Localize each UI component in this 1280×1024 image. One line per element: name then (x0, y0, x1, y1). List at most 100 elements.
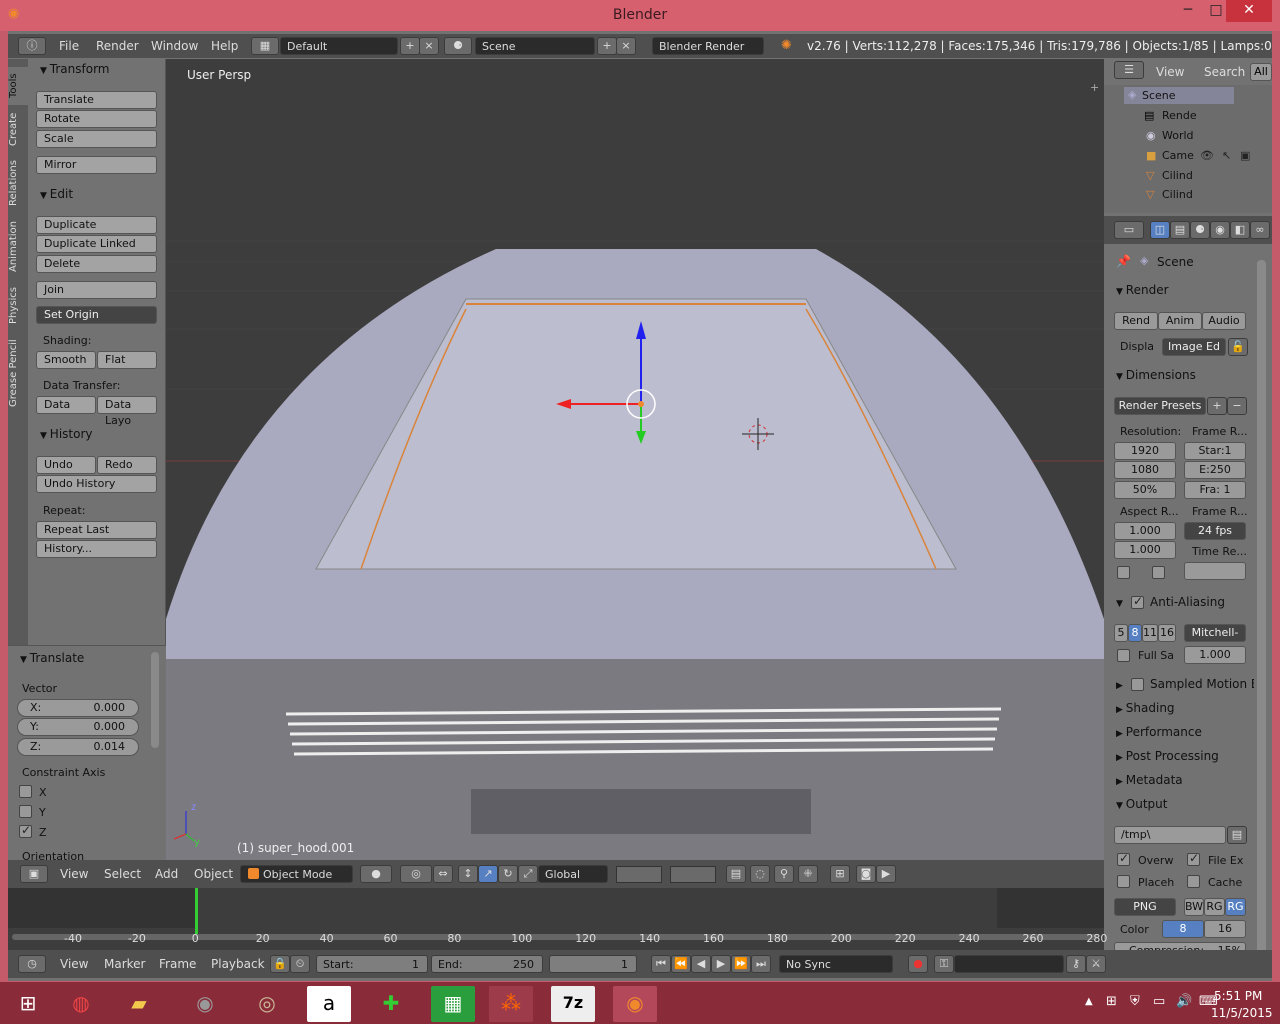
mirror-button[interactable]: Mirror (36, 156, 157, 174)
editor-type-icon[interactable]: ▣ (20, 865, 48, 883)
tab-create[interactable]: Create (8, 109, 28, 149)
timeline-scrollbar[interactable] (12, 934, 1098, 940)
undo-history-button[interactable]: Undo History (36, 475, 157, 493)
color-bw-button[interactable]: BW (1184, 898, 1204, 916)
layer-buttons-2[interactable] (670, 866, 716, 883)
tray-chevron-icon[interactable]: ▲ (1085, 996, 1093, 1007)
audio-button[interactable]: Audio (1202, 312, 1246, 330)
add-preset-icon[interactable]: + (1207, 397, 1227, 415)
menu-object[interactable]: Object (194, 867, 233, 881)
rotate-button[interactable]: Rotate (36, 110, 157, 128)
animation-button[interactable]: Anim (1158, 312, 1202, 330)
info-editor-icon[interactable]: ⓘ (18, 37, 46, 55)
shading-mode-icon[interactable]: ● (360, 865, 392, 883)
snap-icon[interactable]: ⚲ (774, 865, 794, 883)
post-processing-section[interactable]: Post Processing (1116, 749, 1219, 763)
translate-button[interactable]: Translate (36, 91, 157, 109)
duplicate-button[interactable]: Duplicate (36, 216, 157, 234)
menu-help[interactable]: Help (211, 39, 238, 53)
shading-section[interactable]: Shading (1116, 701, 1175, 715)
outliner-cylinder2-label[interactable]: Cilind (1162, 188, 1193, 198)
manipulator-toggle-icon[interactable]: ⇔ (433, 865, 453, 883)
vector-z-field[interactable]: Z: 0.014 (17, 738, 139, 756)
outliner-menu-view[interactable]: View (1156, 65, 1184, 79)
render-section-title[interactable]: Render (1116, 283, 1169, 297)
menu-view[interactable]: View (60, 867, 88, 881)
engine-select[interactable]: Blender Render (652, 37, 764, 55)
properties-scrollbar[interactable] (1257, 260, 1266, 960)
snap-target-icon[interactable]: ⊞ (830, 865, 850, 883)
scale-manip-icon[interactable]: ⤢ (518, 865, 538, 883)
overwrite-checkbox[interactable] (1117, 851, 1130, 866)
tab-relations[interactable]: Relations (8, 155, 28, 211)
blender-taskbar-icon[interactable]: ◉ (613, 986, 657, 1022)
sync-select[interactable]: No Sync (779, 955, 893, 973)
chrome-icon[interactable]: ◍ (59, 986, 103, 1022)
end-frame-field[interactable]: End: 250 (431, 955, 543, 973)
delete-keyframe-icon[interactable]: ⚔ (1086, 955, 1106, 973)
timeline-menu-marker[interactable]: Marker (104, 957, 145, 971)
cache-checkbox[interactable] (1187, 875, 1200, 888)
aa-checkbox[interactable] (1131, 594, 1144, 609)
amazon-icon[interactable]: a (307, 986, 351, 1022)
remove-scene-icon[interactable]: × (616, 37, 636, 55)
frame-end-field[interactable]: E:250 (1184, 461, 1246, 479)
add-scene-icon[interactable]: + (597, 37, 617, 55)
current-frame-field[interactable]: 1 (549, 955, 637, 973)
start-frame-field[interactable]: Start: 1 (316, 955, 428, 973)
scene-field[interactable]: Scene (475, 37, 595, 55)
selectable-cursor-icon[interactable]: ↖ (1222, 149, 1231, 162)
render-presets-select[interactable]: Render Presets (1114, 397, 1206, 415)
depth-8-button[interactable]: 8 (1162, 920, 1204, 938)
menu-render[interactable]: Render (96, 39, 139, 53)
keying-set-icon[interactable]: ⚿ (934, 955, 954, 973)
frame-start-field[interactable]: Star:1 (1184, 442, 1246, 460)
layout-field[interactable]: Default (280, 37, 398, 55)
undo-button[interactable]: Undo (36, 456, 96, 474)
constraint-z-checkbox[interactable] (19, 823, 32, 838)
pin-icon[interactable]: 📌 (1116, 254, 1131, 268)
snap-element-icon[interactable]: ⁜ (798, 865, 818, 883)
network-app-icon[interactable]: ⁂ (489, 986, 533, 1022)
resolution-y-field[interactable]: 1080 (1114, 461, 1176, 479)
volume-icon[interactable]: 🔊 (1176, 994, 1192, 1009)
render-tab-icon[interactable]: ◫ (1150, 221, 1170, 239)
operator-title[interactable]: Translate (20, 651, 85, 665)
speaker-app-icon[interactable]: ◉ (183, 986, 227, 1022)
metadata-section[interactable]: Metadata (1116, 773, 1183, 787)
move-manip-icon[interactable]: ↗ (478, 865, 498, 883)
file-format-select[interactable]: PNG (1114, 898, 1176, 916)
renderable-camera-icon[interactable]: ▣ (1240, 149, 1250, 162)
layer-buttons-1[interactable] (616, 866, 662, 883)
visibility-eye-icon[interactable]: 👁 (1200, 149, 1214, 162)
time-remap-fields[interactable] (1184, 562, 1246, 580)
file-browser-icon[interactable]: ▤ (1227, 826, 1247, 844)
timeline-editor-icon[interactable]: ◷ (18, 955, 46, 973)
set-origin-select[interactable]: Set Origin (36, 306, 157, 324)
pivot-icon[interactable]: ◎ (400, 865, 432, 883)
full-sample-checkbox[interactable] (1117, 649, 1130, 662)
keying-set-field[interactable] (954, 955, 1064, 973)
constraint-y-checkbox[interactable] (19, 805, 32, 818)
vector-y-field[interactable]: Y: 0.000 (17, 718, 139, 736)
motion-blur-section[interactable] (1116, 677, 1123, 691)
smooth-button[interactable]: Smooth (36, 351, 96, 369)
current-frame-marker[interactable] (195, 888, 198, 934)
outliner-menu-search[interactable]: Search (1204, 65, 1245, 79)
delete-button[interactable]: Delete (36, 255, 157, 273)
translate-manip-icon[interactable]: ↕ (458, 865, 478, 883)
lock-layers-icon[interactable]: ▤ (726, 865, 746, 883)
aa-filter-select[interactable]: Mitchell- (1184, 624, 1246, 642)
operator-scrollbar[interactable] (151, 652, 159, 748)
panel-history-title[interactable]: History (40, 427, 93, 441)
resolution-x-field[interactable]: 1920 (1114, 442, 1176, 460)
dimensions-section-title[interactable]: Dimensions (1116, 368, 1196, 382)
flat-button[interactable]: Flat (97, 351, 157, 369)
outliner-render-label[interactable]: Rende (1162, 109, 1197, 122)
opengl-anim-icon[interactable]: ▶ (876, 865, 896, 883)
outliner-cylinder-label[interactable]: Cilind (1162, 169, 1193, 182)
menu-select[interactable]: Select (104, 867, 141, 881)
rotate-manip-icon[interactable]: ↻ (498, 865, 518, 883)
redo-button[interactable]: Redo (97, 456, 157, 474)
layers-tab-icon[interactable]: ▤ (1170, 221, 1190, 239)
